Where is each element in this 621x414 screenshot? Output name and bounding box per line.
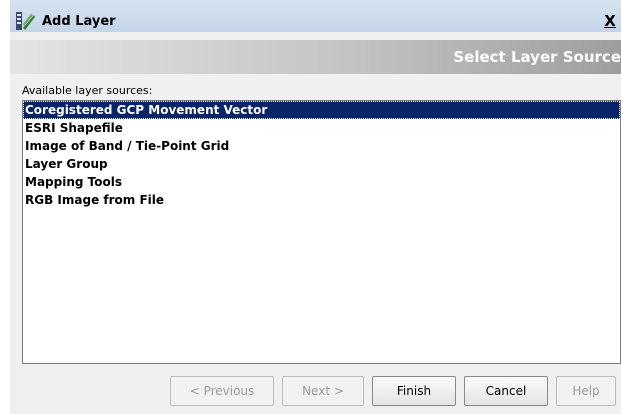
finish-button[interactable]: Finish <box>372 376 456 406</box>
window-title: Add Layer <box>42 14 116 29</box>
layer-source-list[interactable]: Coregistered GCP Movement Vector ESRI Sh… <box>22 100 621 364</box>
wizard-header: Select Layer Source <box>10 40 621 74</box>
next-button[interactable]: Next > <box>282 376 364 406</box>
list-item[interactable]: Mapping Tools <box>23 173 620 191</box>
list-item[interactable]: Image of Band / Tie-Point Grid <box>23 137 620 155</box>
list-item[interactable]: Coregistered GCP Movement Vector <box>23 101 620 119</box>
previous-button[interactable]: < Previous <box>170 376 274 406</box>
help-button[interactable]: Help <box>556 376 616 406</box>
snap-app-icon <box>16 12 36 30</box>
wizard-step-title: Select Layer Source <box>453 48 621 66</box>
add-layer-dialog: Add Layer X Select Layer Source Availabl… <box>10 0 621 414</box>
title-bar[interactable]: Add Layer X <box>10 0 621 32</box>
list-item[interactable]: Layer Group <box>23 155 620 173</box>
cancel-button[interactable]: Cancel <box>464 376 548 406</box>
list-label: Available layer sources: <box>22 84 153 97</box>
close-button[interactable]: X <box>602 13 618 29</box>
list-item[interactable]: RGB Image from File <box>23 191 620 209</box>
list-item[interactable]: ESRI Shapefile <box>23 119 620 137</box>
